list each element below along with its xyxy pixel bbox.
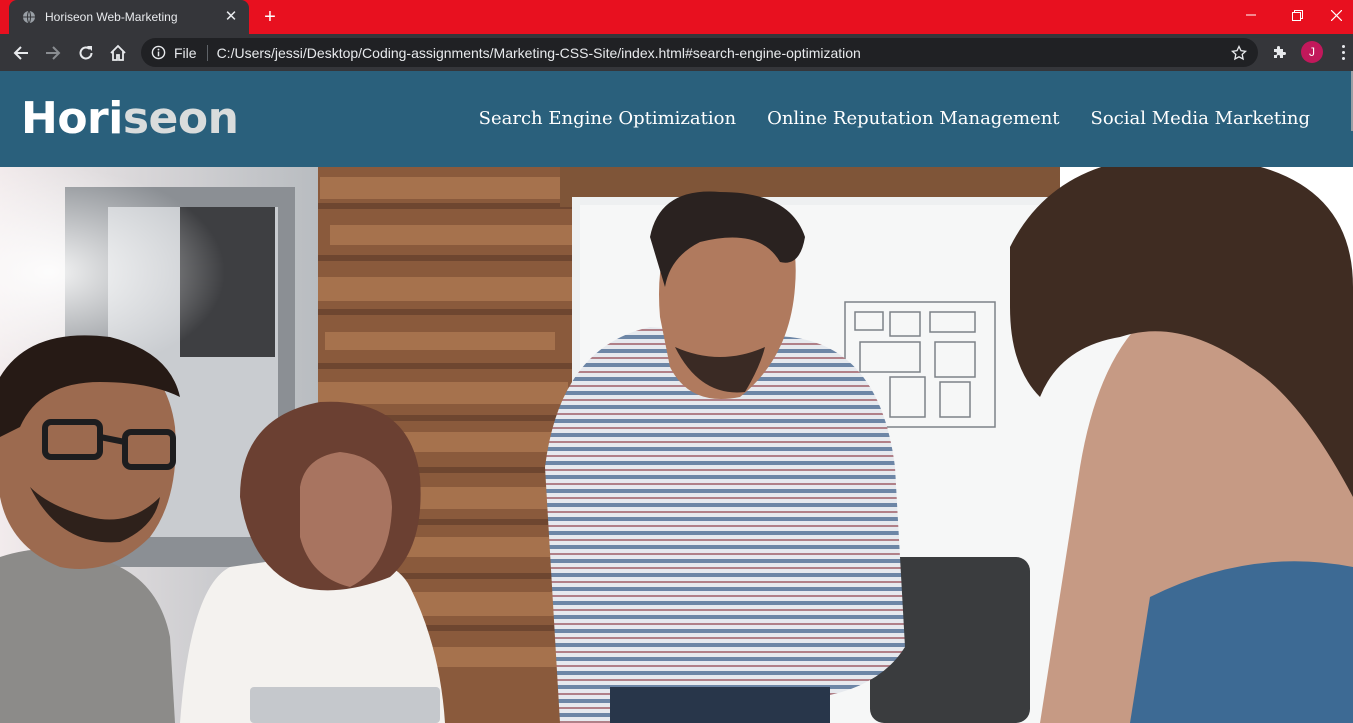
address-url[interactable]: C:/Users/jessi/Desktop/Coding-assignment… [217, 45, 861, 61]
extensions-puzzle-icon[interactable] [1270, 42, 1290, 62]
bookmark-star-icon[interactable] [1230, 44, 1248, 62]
back-arrow-icon[interactable] [8, 40, 34, 66]
site-header: Horiseon Search Engine Optimization Onli… [0, 71, 1353, 167]
new-tab-button[interactable]: + [259, 6, 281, 28]
minimize-button[interactable] [1228, 0, 1274, 30]
reload-icon[interactable] [73, 40, 99, 66]
browser-tab-active[interactable]: Horiseon Web-Marketing ✕ [9, 0, 249, 34]
page-viewport: Horiseon Search Engine Optimization Onli… [0, 71, 1353, 723]
logo-main: Hori [21, 93, 123, 144]
tab-title: Horiseon Web-Marketing [45, 10, 178, 24]
restore-button[interactable] [1274, 0, 1320, 30]
nav-link-online-reputation-management[interactable]: Online Reputation Management [767, 105, 1059, 133]
nav-link-social-media-marketing[interactable]: Social Media Marketing [1091, 105, 1310, 133]
globe-icon [21, 9, 37, 25]
logo-accent: seon [122, 93, 239, 144]
address-scheme: File [174, 44, 197, 61]
more-menu-icon[interactable] [1336, 41, 1350, 63]
close-window-button[interactable] [1320, 0, 1353, 30]
address-separator [206, 44, 208, 61]
address-bar[interactable]: File C:/Users/jessi/Desktop/Coding-assig… [141, 38, 1258, 67]
main-nav: Search Engine Optimization Online Reputa… [479, 105, 1310, 133]
info-icon[interactable] [150, 45, 166, 61]
nav-link-search-engine-optimization[interactable]: Search Engine Optimization [479, 105, 736, 133]
hero-image [0, 167, 1353, 723]
browser-toolbar: File C:/Users/jessi/Desktop/Coding-assig… [0, 34, 1353, 71]
forward-arrow-icon[interactable] [40, 40, 66, 66]
home-icon[interactable] [105, 40, 131, 66]
profile-avatar[interactable]: J [1301, 41, 1323, 63]
browser-tabstrip: Horiseon Web-Marketing ✕ + [0, 0, 1353, 34]
close-tab-icon[interactable]: ✕ [223, 9, 239, 25]
site-logo[interactable]: Horiseon [21, 92, 239, 146]
